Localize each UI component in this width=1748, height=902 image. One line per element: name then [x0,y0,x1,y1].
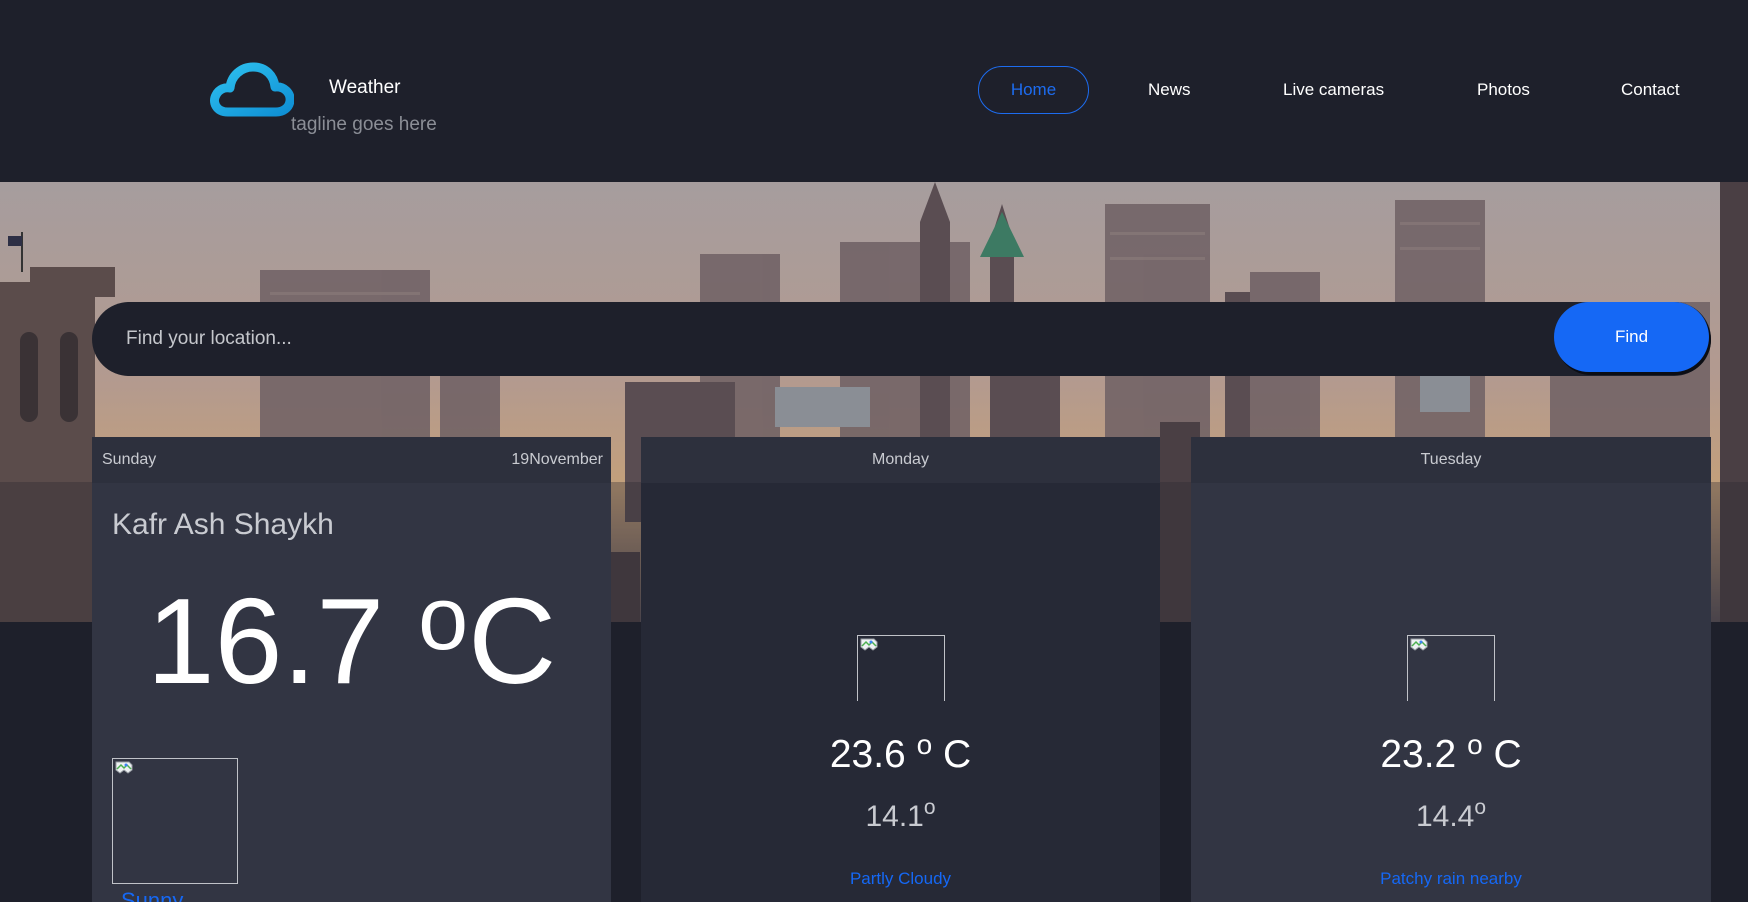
broken-image-icon [115,761,133,774]
cloud-icon[interactable] [210,62,294,118]
today-condition: Sunny [121,888,184,902]
min-temp-degree: o [1474,796,1487,819]
forecast-day: Tuesday [1191,437,1711,483]
today-date: 19November [511,451,603,468]
nav-photos[interactable]: Photos [1477,66,1530,114]
forecast-weather-icon [857,635,945,701]
today-weather-icon [112,758,238,884]
site-header: Weather tagline goes here Home News Live… [0,0,1748,182]
max-temp-value: 23.6 [829,733,917,776]
min-temp-degree: o [923,796,936,819]
forecast-min-temp: 14.1o [641,796,1160,834]
forecast-card-monday: Monday 23.6 o C 14.1o Partly Cloudy [641,437,1160,902]
find-button[interactable]: Find [1554,302,1709,372]
nav-news[interactable]: News [1148,66,1191,114]
max-temp-unit: C [932,733,972,776]
current-temp-degree: o [418,569,469,669]
today-card-header: Sunday 19November [92,437,611,483]
broken-image-icon [860,638,878,651]
nav-contact[interactable]: Contact [1621,66,1680,114]
today-card: Sunday 19November Kafr Ash Shaykh 16.7 o… [92,437,611,902]
min-temp-value: 14.4 [1415,800,1475,833]
today-day: Sunday [102,451,157,468]
nav-live-cameras[interactable]: Live cameras [1283,66,1384,114]
brand-tagline: tagline goes here [291,114,437,135]
forecast-card-tuesday: Tuesday 23.2 o C 14.4o Patchy rain nearb… [1191,437,1711,902]
location-name: Kafr Ash Shaykh [112,508,334,541]
search-input[interactable] [126,302,1526,376]
max-temp-degree: o [916,729,933,760]
max-temp-unit: C [1482,733,1522,776]
current-temp-value: 16.7 [146,573,419,709]
forecast-day: Monday [641,437,1160,483]
search-bar: Find [92,302,1711,376]
forecast-condition: Partly Cloudy [849,869,952,888]
forecast-max-temp: 23.6 o C [641,729,1160,777]
forecast-max-temp: 23.2 o C [1191,729,1711,777]
brand-title[interactable]: Weather [329,77,400,99]
forecast-min-temp: 14.4o [1191,796,1711,834]
min-temp-value: 14.1 [865,800,924,833]
current-temp-unit: C [468,573,557,709]
max-temp-value: 23.2 [1380,733,1468,776]
forecast-weather-icon [1407,635,1495,701]
nav-home[interactable]: Home [978,66,1089,114]
max-temp-degree: o [1467,729,1483,760]
forecast-condition: Patchy rain nearby [1380,869,1522,888]
current-temperature: 16.7 oC [92,574,611,702]
broken-image-icon [1410,638,1428,651]
